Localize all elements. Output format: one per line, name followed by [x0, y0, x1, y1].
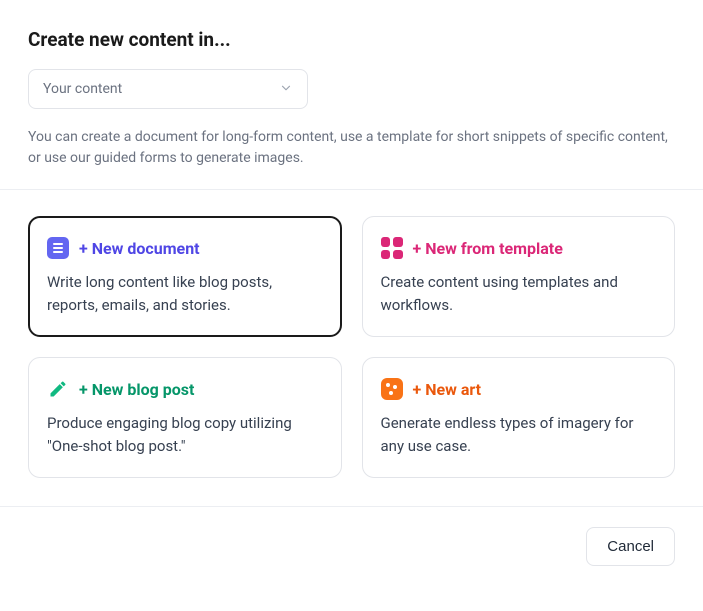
- dialog-description: You can create a document for long-form …: [28, 127, 675, 169]
- dialog-footer: Cancel: [0, 506, 703, 566]
- document-icon: [47, 237, 69, 259]
- card-header: + New from template: [381, 237, 657, 259]
- card-header: + New blog post: [47, 378, 323, 400]
- card-description: Create content using templates and workf…: [381, 271, 657, 316]
- dialog-title: Create new content in...: [28, 28, 675, 51]
- card-title: + New blog post: [79, 380, 194, 399]
- folder-dropdown[interactable]: Your content: [28, 69, 308, 109]
- art-icon: [381, 378, 403, 400]
- card-title: + New from template: [413, 239, 563, 258]
- card-title: + New document: [79, 239, 200, 258]
- card-header: + New art: [381, 378, 657, 400]
- card-description: Produce engaging blog copy utilizing "On…: [47, 412, 323, 457]
- card-header: + New document: [47, 237, 323, 259]
- new-blog-post-card[interactable]: + New blog post Produce engaging blog co…: [28, 357, 342, 478]
- card-description: Write long content like blog posts, repo…: [47, 271, 323, 316]
- dialog-header: Create new content in... Your content Yo…: [0, 0, 703, 189]
- template-grid-icon: [381, 237, 403, 259]
- new-template-card[interactable]: + New from template Create content using…: [362, 216, 676, 337]
- new-art-card[interactable]: + New art Generate endless types of imag…: [362, 357, 676, 478]
- chevron-down-icon: [279, 80, 293, 99]
- content-type-cards: + New document Write long content like b…: [0, 190, 703, 506]
- pen-icon: [47, 378, 69, 400]
- card-title: + New art: [413, 380, 482, 399]
- cancel-button[interactable]: Cancel: [586, 527, 675, 566]
- dropdown-selected-label: Your content: [43, 81, 122, 97]
- new-document-card[interactable]: + New document Write long content like b…: [28, 216, 342, 337]
- card-description: Generate endless types of imagery for an…: [381, 412, 657, 457]
